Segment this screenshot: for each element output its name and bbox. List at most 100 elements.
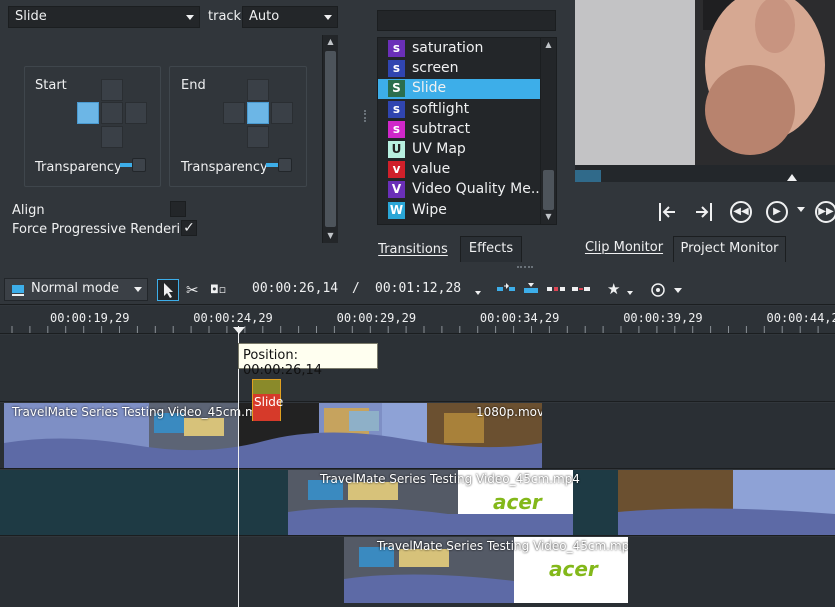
effect-item-label: subtract [412,120,471,137]
clip-3-name: TravelMate Series Testing Video_45cm.mp4 [377,539,628,553]
selection-tool-button[interactable] [157,279,179,301]
end-pad-left[interactable] [223,102,245,124]
slide-transition-item[interactable]: Slide [252,379,284,421]
start-transparency-slider[interactable] [120,158,148,172]
playhead-marker-icon[interactable] [233,327,245,334]
kdenlive-window: Slide track Auto Start Transparency End … [0,0,835,607]
edit-mode-value: Normal mode [31,281,120,296]
video-preview [575,0,835,170]
razor-tool-icon[interactable]: ✂ [186,281,199,299]
scroll-thumb[interactable] [543,170,554,210]
effect-item-label: saturation [412,40,484,56]
tab-project-monitor[interactable]: Project Monitor [673,236,786,262]
slide-transition-label: Slide [254,395,284,409]
clip-1-name-suffix: 1080p.mov [476,405,542,419]
transition-type-select[interactable]: Slide [8,6,200,28]
tab-clip-monitor[interactable]: Clip Monitor [577,236,671,262]
forward-icon[interactable]: ▶▶ [815,201,835,223]
start-pad-left[interactable] [77,102,99,124]
transition-type-value: Slide [15,9,47,24]
track-select[interactable]: Auto [242,6,338,28]
force-progressive-checkbox[interactable]: ✓ [181,220,197,236]
effect-item[interactable]: s softlight [378,100,540,120]
chevron-down-icon [134,287,142,292]
timeline-zoom-icon[interactable] [650,282,666,298]
effect-item-label: Slide [412,80,447,97]
set-zone-in-icon[interactable] [655,200,679,224]
tab-project-monitor-label: Project Monitor [680,241,779,256]
scroll-thumb[interactable] [325,51,336,227]
tab-effects[interactable]: Effects [460,236,522,262]
dock-separator[interactable] [517,266,533,268]
effect-item[interactable]: v value [378,160,540,180]
edit-mode-select[interactable]: Normal mode [4,278,148,301]
scroll-up-icon[interactable]: ▲ [541,38,556,52]
effect-type-icon: s [388,120,405,138]
effect-item[interactable]: S Slide [378,79,540,100]
play-icon[interactable]: ▶ [766,201,788,223]
spacer-tool-icon[interactable]: ◘▫ [210,283,226,296]
video-clip-2[interactable]: acer TravelMate Series Testing Video_45c… [288,470,835,535]
end-pad-up[interactable] [247,79,269,101]
track-select-value: Auto [249,9,280,24]
monitor-playhead-marker[interactable] [787,174,797,181]
force-progressive-label: Force Progressive Rendering [12,222,197,237]
splitter-handle[interactable] [364,110,366,122]
video-clip-3[interactable]: acer TravelMate Series Testing Video_45c… [344,537,628,603]
scroll-up-icon[interactable]: ▲ [323,35,338,49]
chevron-down-icon[interactable] [674,288,682,293]
ruler-label: 00:00:39,29 [623,311,703,325]
start-pad-right[interactable] [125,102,147,124]
clip-1-name: TravelMate Series Testing Video_45cm.mp4 [12,405,272,419]
scroll-down-icon[interactable]: ▼ [541,210,556,224]
start-pad-down[interactable] [101,126,123,148]
ruler-label: 00:00:44,29 [766,311,835,325]
effect-type-icon: U [388,141,405,158]
effect-item[interactable]: V Video Quality Me... [378,180,544,200]
effect-item[interactable]: s screen [378,59,540,79]
tab-transitions-label: Transitions [378,242,448,257]
set-zone-out-icon[interactable] [692,200,716,224]
start-pad-center[interactable] [101,102,123,124]
start-transparency-label: Transparency [35,160,122,175]
effect-item-label: softlight [412,100,470,117]
effects-search-input[interactable] [377,10,556,31]
scroll-down-icon[interactable]: ▼ [323,229,338,243]
effect-item[interactable]: W Wipe [378,201,540,221]
rewind-icon[interactable]: ◀◀ [730,201,752,223]
chevron-down-icon[interactable] [627,291,633,295]
chevron-down-icon[interactable] [475,291,481,295]
effect-item[interactable]: s saturation [378,39,540,59]
pointer-icon [164,283,173,298]
effect-type-icon: v [388,161,405,179]
timecode-total[interactable]: 00:01:12,28 [375,281,461,296]
lift-zone-icon[interactable] [571,282,591,296]
effect-item[interactable]: s subtract [378,120,540,140]
ruler-label: 00:00:29,29 [336,311,417,325]
checkmark-icon: ✓ [183,220,195,236]
effect-item-label: screen [412,60,459,77]
play-options-chevron-icon[interactable] [797,207,805,212]
end-pad-right[interactable] [271,102,293,124]
end-pad-center[interactable] [247,102,269,124]
start-pad-up[interactable] [101,79,123,101]
position-tooltip: Position: 00:00:26,14 [238,343,378,378]
extract-zone-icon[interactable] [546,282,566,296]
end-transparency-slider[interactable] [266,158,294,172]
effect-type-icon: s [388,60,405,78]
tab-effects-label: Effects [468,241,514,256]
effects-list-scrollbar[interactable]: ▲ ▼ [540,38,556,224]
properties-scrollbar[interactable]: ▲ ▼ [322,35,338,243]
overwrite-clip-icon[interactable] [521,282,541,296]
align-checkbox[interactable] [170,201,186,217]
tab-transitions[interactable]: Transitions [367,238,459,264]
clip-2-name: TravelMate Series Testing Video_45cm.mp4 [320,472,580,486]
timecode-separator: / [352,281,360,296]
timecode-current[interactable]: 00:00:26,14 [252,281,338,296]
effect-item[interactable]: U UV Map [378,140,540,160]
end-pad-down[interactable] [247,126,269,148]
end-transparency-label: Transparency [181,160,268,175]
effect-type-icon: s [388,40,405,57]
insert-clip-icon[interactable] [496,282,516,296]
favorite-star-icon[interactable]: ★ [607,280,620,298]
